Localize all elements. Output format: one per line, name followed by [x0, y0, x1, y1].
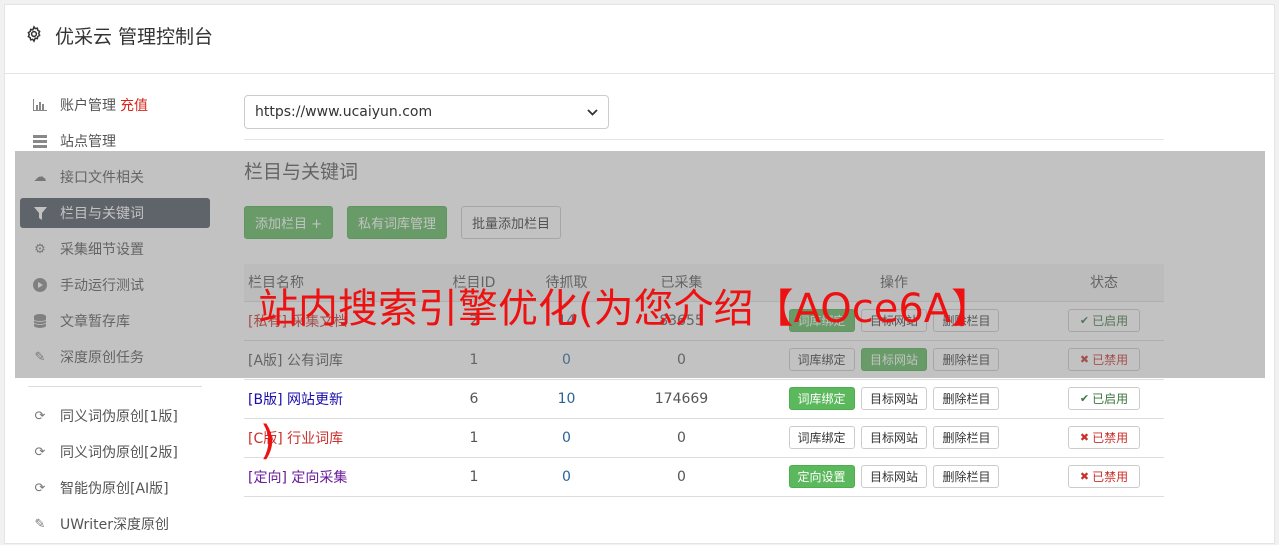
cross-icon: ✖	[1079, 431, 1090, 444]
status-cell: ✔ 已启用	[1044, 379, 1164, 419]
actions-cell: 词库绑定 目标网站 删除栏目	[744, 379, 1044, 419]
actions-cell: 定向设置 目标网站 删除栏目	[744, 457, 1044, 497]
status-toggle[interactable]: ✔ 已启用	[1068, 387, 1140, 410]
refresh-icon: ⟳	[34, 480, 46, 496]
collected-count: 0	[619, 457, 744, 497]
site-select[interactable]: https://www.ucaiyun.com	[244, 95, 609, 129]
sidebar-item-label: UWriter深度原创	[60, 517, 169, 533]
refresh-icon: ⟳	[34, 408, 46, 424]
table-row: [定向] 定向采集 1 0 0 定向设置 目标网站 删除栏目 ✖ 已禁用	[244, 457, 1164, 497]
column-id: 6	[434, 379, 514, 419]
table-row: [C版] 行业词库 1 0 0 词库绑定 目标网站 删除栏目 ✖ 已禁用	[244, 418, 1164, 458]
overlay-headline: 站内搜索引擎优化(为您介绍【AOce6A】	[258, 286, 992, 332]
server-icon	[32, 133, 48, 149]
status-toggle[interactable]: ✖ 已禁用	[1068, 426, 1140, 449]
status-label: 已禁用	[1092, 431, 1129, 445]
column-name[interactable]: [B版] 网站更新	[244, 379, 434, 419]
sidebar-item-label: 智能伪原创[AI版]	[60, 481, 169, 497]
table-row: [B版] 网站更新 6 10 174669 词库绑定 目标网站 删除栏目 ✔ 已启…	[244, 379, 1164, 419]
delete-column-button[interactable]: 删除栏目	[933, 465, 1000, 488]
overlay-headline-continued: )	[260, 418, 276, 464]
sidebar-item-label: 账户管理	[60, 98, 116, 114]
actions-cell: 词库绑定 目标网站 删除栏目	[744, 418, 1044, 458]
target-site-button[interactable]: 目标网站	[860, 387, 927, 410]
sidebar-item-label: 同义词伪原创[2版]	[60, 445, 178, 461]
sidebar-item-label: 站点管理	[60, 134, 116, 150]
sidebar-item-ai-rewrite[interactable]: ⟳ 智能伪原创[AI版]	[20, 473, 210, 503]
sidebar-item-synonym-v2[interactable]: ⟳ 同义词伪原创[2版]	[20, 437, 210, 467]
status-toggle[interactable]: ✖ 已禁用	[1068, 465, 1140, 488]
collected-count: 0	[619, 418, 744, 458]
dict-bind-button[interactable]: 词库绑定	[788, 426, 855, 449]
gray-overlay-band	[15, 151, 1265, 378]
targeted-settings-button[interactable]: 定向设置	[788, 465, 855, 488]
status-label: 已启用	[1092, 392, 1129, 406]
sidebar-item-synonym-v1[interactable]: ⟳ 同义词伪原创[1版]	[20, 401, 210, 431]
sidebar-item-account[interactable]: 账户管理 充值	[20, 90, 210, 120]
target-site-button[interactable]: 目标网站	[860, 465, 927, 488]
chevron-down-icon	[587, 105, 598, 119]
pending-count[interactable]: 10	[514, 379, 619, 419]
pending-count[interactable]: 0	[514, 457, 619, 497]
sidebar-item-label: 同义词伪原创[1版]	[60, 409, 178, 425]
refresh-icon: ⟳	[34, 444, 46, 460]
target-site-button[interactable]: 目标网站	[860, 426, 927, 449]
site-select-value: https://www.ucaiyun.com	[255, 104, 433, 120]
status-label: 已禁用	[1092, 470, 1129, 484]
delete-column-button[interactable]: 删除栏目	[933, 387, 1000, 410]
sidebar-item-uwriter[interactable]: ✎ UWriter深度原创	[20, 509, 210, 539]
divider	[244, 139, 1164, 140]
collected-count: 174669	[619, 379, 744, 419]
column-id: 1	[434, 418, 514, 458]
header: 优采云 管理控制台	[5, 5, 1274, 74]
dict-bind-button[interactable]: 词库绑定	[788, 387, 855, 410]
bar-chart-icon	[32, 97, 48, 113]
sidebar-divider	[28, 386, 202, 387]
column-id: 1	[434, 457, 514, 497]
delete-column-button[interactable]: 删除栏目	[933, 426, 1000, 449]
check-icon: ✔	[1079, 392, 1090, 405]
gear-icon	[27, 25, 41, 43]
status-cell: ✖ 已禁用	[1044, 457, 1164, 497]
page-title: 优采云 管理控制台	[55, 26, 214, 48]
recharge-link[interactable]: 充值	[120, 95, 148, 115]
pending-count[interactable]: 0	[514, 418, 619, 458]
status-cell: ✖ 已禁用	[1044, 418, 1164, 458]
cross-icon: ✖	[1079, 470, 1090, 483]
